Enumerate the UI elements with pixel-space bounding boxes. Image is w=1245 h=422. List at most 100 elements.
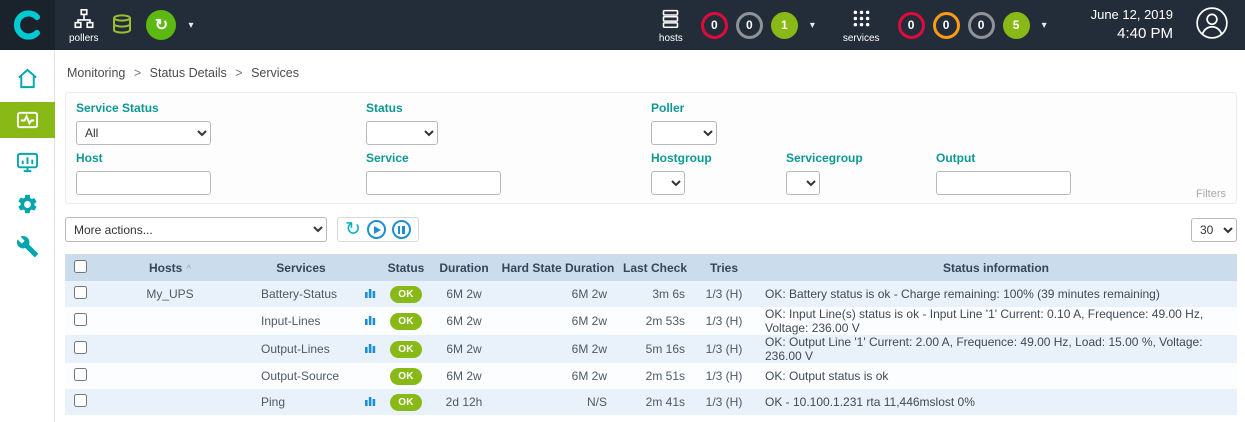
hostgroup-select[interactable] bbox=[651, 171, 685, 195]
sidebar-item-home[interactable] bbox=[0, 60, 55, 96]
row-checkbox[interactable] bbox=[74, 313, 87, 326]
sidebar-item-reporting[interactable] bbox=[0, 144, 55, 180]
hosts-down-counter[interactable]: 0 bbox=[701, 12, 728, 39]
header-status[interactable]: Status bbox=[383, 254, 429, 281]
sidebar-item-administration[interactable] bbox=[0, 228, 55, 264]
centreon-logo[interactable] bbox=[0, 0, 55, 50]
header-last-check[interactable]: Last Check bbox=[617, 254, 693, 281]
hosts-unreachable-counter[interactable]: 0 bbox=[736, 12, 763, 39]
host-cell bbox=[95, 307, 245, 335]
status-select[interactable] bbox=[366, 121, 438, 145]
status-information-cell: OK: Battery status is ok - Charge remain… bbox=[755, 281, 1237, 307]
database-icon[interactable] bbox=[110, 13, 134, 37]
hosts-chevron-down-icon[interactable]: ▾ bbox=[810, 20, 815, 31]
service-status-label: Service Status bbox=[76, 101, 366, 115]
sidebar-item-configuration[interactable] bbox=[0, 186, 55, 222]
duration-cell: 6M 2w bbox=[429, 307, 499, 335]
header-status-information[interactable]: Status information bbox=[755, 254, 1237, 281]
last-check-cell: 3m 6s bbox=[617, 281, 693, 307]
table-row: Ping OK 2d 12h N/S 2m 41s 1/3 (H) OK - 1… bbox=[65, 389, 1237, 415]
pollers-menu[interactable]: pollers bbox=[69, 7, 98, 44]
header-hosts[interactable]: Hosts^ bbox=[95, 254, 245, 281]
services-icon bbox=[849, 7, 873, 31]
duration-cell: 2d 12h bbox=[429, 389, 499, 415]
services-ok-counter[interactable]: 5 bbox=[1003, 12, 1030, 39]
servicegroup-label: Servicegroup bbox=[786, 151, 936, 165]
hosts-label: hosts bbox=[659, 33, 683, 44]
counter-value: 0 bbox=[746, 18, 753, 32]
filters-panel: Service Status All Status Poller Host bbox=[65, 92, 1237, 204]
service-cell[interactable]: Output-Source bbox=[245, 363, 357, 389]
last-check-cell: 5m 16s bbox=[617, 335, 693, 363]
row-checkbox[interactable] bbox=[74, 394, 87, 407]
breadcrumb-separator: > bbox=[134, 66, 141, 80]
service-cell[interactable]: Input-Lines bbox=[245, 307, 357, 335]
pause-icon[interactable] bbox=[392, 220, 411, 239]
services-chevron-down-icon[interactable]: ▾ bbox=[1042, 20, 1047, 31]
service-label: Service bbox=[366, 151, 651, 165]
poller-label: Poller bbox=[651, 101, 717, 115]
breadcrumb: Monitoring > Status Details > Services bbox=[65, 50, 1237, 92]
sidebar-item-monitoring[interactable] bbox=[0, 102, 55, 138]
filter-status: Status bbox=[366, 101, 651, 145]
header-tries[interactable]: Tries bbox=[693, 254, 755, 281]
services-menu[interactable]: services bbox=[843, 7, 880, 44]
gear-icon bbox=[16, 193, 39, 216]
counter-value: 0 bbox=[943, 18, 950, 32]
graph-icon[interactable] bbox=[364, 342, 376, 354]
poller-status-icon[interactable]: ↻ bbox=[146, 10, 176, 40]
graph-icon[interactable] bbox=[364, 314, 376, 326]
more-actions-select[interactable]: More actions... bbox=[65, 217, 327, 242]
row-checkbox[interactable] bbox=[74, 286, 87, 299]
counter-value: 0 bbox=[978, 18, 985, 32]
service-input[interactable] bbox=[366, 171, 501, 195]
filter-hostgroup: Hostgroup bbox=[651, 151, 786, 195]
service-cell[interactable]: Output-Lines bbox=[245, 335, 357, 363]
row-checkbox[interactable] bbox=[74, 368, 87, 381]
counter-value: 0 bbox=[711, 18, 718, 32]
page-size-select[interactable]: 30 bbox=[1191, 218, 1237, 242]
output-input[interactable] bbox=[936, 171, 1071, 195]
duration-cell: 6M 2w bbox=[429, 363, 499, 389]
graph-icon[interactable] bbox=[364, 395, 376, 407]
status-badge: OK bbox=[390, 394, 422, 411]
services-unknown-counter[interactable]: 0 bbox=[968, 12, 995, 39]
status-badge: OK bbox=[390, 368, 422, 385]
home-icon bbox=[16, 67, 39, 90]
header-hard-state-duration[interactable]: Hard State Duration bbox=[499, 254, 617, 281]
graph-icon[interactable] bbox=[364, 287, 376, 299]
status-badge: OK bbox=[390, 341, 422, 358]
row-checkbox[interactable] bbox=[74, 341, 87, 354]
play-icon[interactable] bbox=[367, 220, 386, 239]
header-duration[interactable]: Duration bbox=[429, 254, 499, 281]
host-cell[interactable]: My_UPS bbox=[95, 281, 245, 307]
servicegroup-select[interactable] bbox=[786, 171, 820, 195]
hosts-counters: 0 0 1 bbox=[701, 12, 798, 39]
host-label: Host bbox=[76, 151, 366, 165]
hard-state-duration-cell: 6M 2w bbox=[499, 281, 617, 307]
service-cell[interactable]: Ping bbox=[245, 389, 357, 415]
services-critical-counter[interactable]: 0 bbox=[898, 12, 925, 39]
filter-poller: Poller bbox=[651, 101, 717, 145]
counter-value: 5 bbox=[1013, 18, 1020, 32]
hard-state-duration-cell: 6M 2w bbox=[499, 307, 617, 335]
select-all-checkbox[interactable] bbox=[74, 260, 87, 273]
refresh-glyph: ↻ bbox=[155, 15, 168, 35]
breadcrumb-monitoring[interactable]: Monitoring bbox=[67, 66, 125, 80]
host-input[interactable] bbox=[76, 171, 211, 195]
tries-cell: 1/3 (H) bbox=[693, 335, 755, 363]
service-status-select[interactable]: All bbox=[76, 121, 211, 145]
table-row: My_UPS Battery-Status OK 6M 2w 6M 2w 3m … bbox=[65, 281, 1237, 307]
hosts-up-counter[interactable]: 1 bbox=[771, 12, 798, 39]
hosts-menu[interactable]: hosts bbox=[659, 7, 683, 44]
breadcrumb-status-details[interactable]: Status Details bbox=[150, 66, 227, 80]
output-label: Output bbox=[936, 151, 1071, 165]
user-avatar[interactable] bbox=[1195, 6, 1229, 45]
status-information-cell: OK - 10.100.1.231 rta 11,446mslost 0% bbox=[755, 389, 1237, 415]
refresh-icon[interactable]: ↻ bbox=[345, 220, 361, 239]
poller-select[interactable] bbox=[651, 121, 717, 145]
poller-chevron-down-icon[interactable]: ▾ bbox=[188, 20, 193, 31]
service-cell[interactable]: Battery-Status bbox=[245, 281, 357, 307]
services-warning-counter[interactable]: 0 bbox=[933, 12, 960, 39]
header-services[interactable]: Services bbox=[245, 254, 357, 281]
